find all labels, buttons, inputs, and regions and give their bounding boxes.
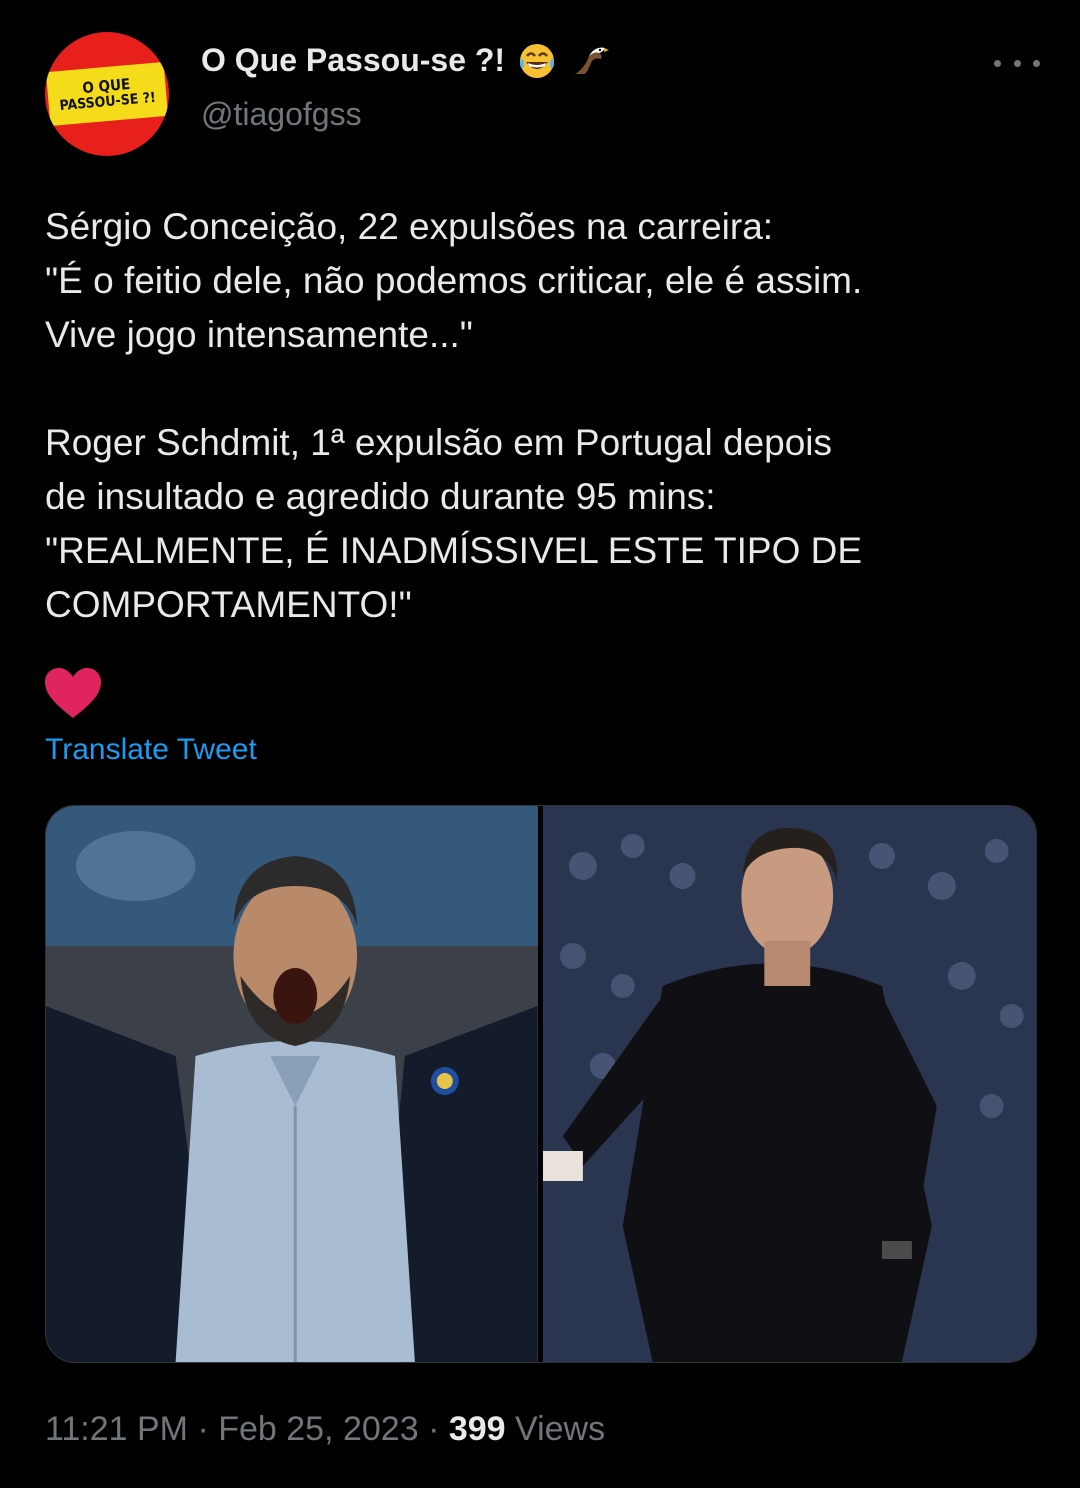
translate-tweet-link[interactable]: Translate Tweet — [45, 733, 257, 767]
views-count[interactable]: 399 — [449, 1410, 506, 1448]
avatar-logo: O QUE PASSOU-SE ?! — [45, 61, 169, 127]
more-dot — [1033, 59, 1040, 67]
avatar-logo-line-2: PASSOU-SE ?! — [58, 89, 157, 114]
meta-separator: · — [418, 1410, 449, 1448]
red-heart-emoji-icon — [45, 668, 101, 720]
tweet-line: Roger Schdmit, 1ª expulsão em Portugal d… — [45, 422, 833, 463]
user-handle[interactable]: @tiagofgss — [201, 96, 362, 133]
tweet-line: "É o feitio dele, não podemos criticar, … — [45, 260, 863, 301]
more-options-icon[interactable] — [994, 48, 1040, 78]
tweet-line: "REALMENTE, É INADMÍSSIVEL ESTE TIPO DE — [45, 530, 863, 571]
display-name-text: O Que Passou-se ?! — [201, 41, 506, 78]
tweet-line: Vive jogo intensamente..." — [45, 314, 473, 355]
tweet-time[interactable]: 11:21 PM — [45, 1410, 188, 1448]
display-name[interactable]: O Que Passou-se ?! — [201, 40, 611, 80]
media-grid[interactable] — [45, 805, 1037, 1363]
views-label: Views — [505, 1410, 606, 1448]
tweet-line: de insultado e agredido durante 95 mins: — [45, 476, 716, 517]
tweet-line: Sérgio Conceição, 22 expulsões na carrei… — [45, 206, 774, 247]
more-dot — [994, 59, 1001, 67]
tweet-text: Sérgio Conceição, 22 expulsões na carrei… — [45, 200, 1045, 632]
shouting-coach-photo[interactable] — [46, 806, 538, 1362]
eagle-emoji-icon — [571, 40, 611, 80]
avatar[interactable]: O QUE PASSOU-SE ?! — [45, 32, 169, 156]
laughing-emoji-icon — [517, 40, 557, 80]
tweet-date[interactable]: Feb 25, 2023 — [218, 1410, 418, 1448]
more-dot — [1013, 59, 1021, 67]
meta-separator: · — [188, 1410, 219, 1448]
tweet-line: COMPORTAMENTO!" — [45, 584, 412, 625]
coach-black-sweater-photo[interactable] — [542, 806, 1036, 1362]
tweet-meta: 11:21 PM · Feb 25, 2023 · 399 Views — [45, 1410, 605, 1449]
